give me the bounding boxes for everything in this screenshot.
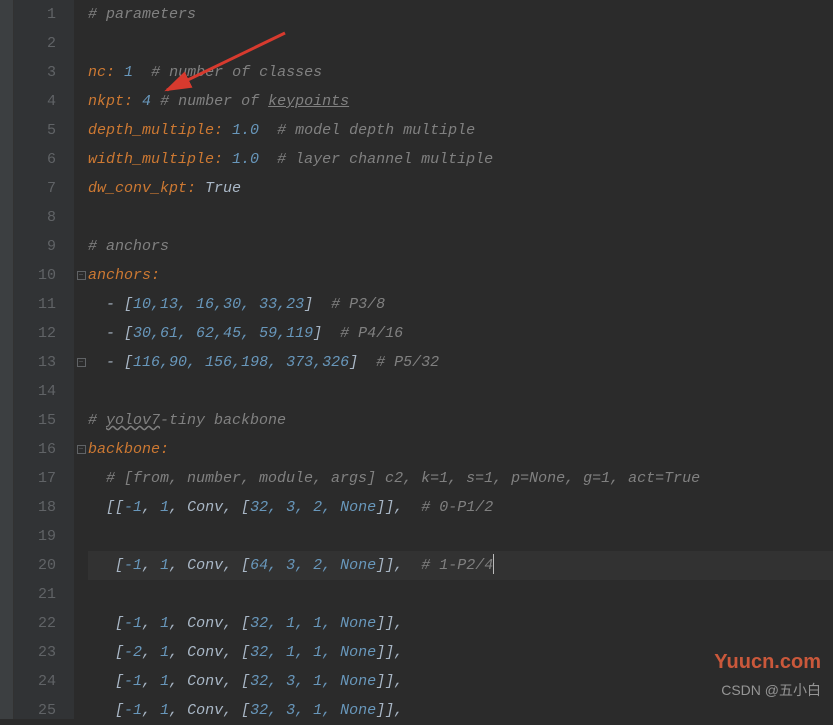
comment-text: # number of keypoints — [160, 93, 349, 110]
anchor-values: 116,90, 156,198, 373,326 — [133, 354, 349, 371]
code-line[interactable]: −anchors: — [88, 261, 833, 290]
yaml-value: 1.0 — [232, 151, 259, 168]
comment-text: # parameters — [88, 6, 196, 23]
line-number[interactable]: 17 — [14, 464, 56, 493]
anchor-values: 30,61, 62,45, 59,119 — [133, 325, 313, 342]
code-line[interactable] — [88, 522, 833, 551]
code-line[interactable]: nkpt: 4 # number of keypoints — [88, 87, 833, 116]
line-number[interactable]: 24 — [14, 667, 56, 696]
line-number[interactable]: 6 — [14, 145, 56, 174]
line-number[interactable]: 16 — [14, 435, 56, 464]
line-number[interactable]: 25 — [14, 696, 56, 725]
minus-icon: − — [77, 271, 86, 280]
code-line[interactable] — [88, 580, 833, 609]
comment-text: # 1-P2/4 — [421, 557, 493, 574]
comment-text: # number of classes — [151, 64, 322, 81]
code-line[interactable] — [88, 203, 833, 232]
line-number[interactable]: 18 — [14, 493, 56, 522]
yaml-key: backbone — [88, 441, 160, 458]
yaml-value: 1.0 — [232, 122, 259, 139]
line-number[interactable]: 14 — [14, 377, 56, 406]
vertical-scrollbar[interactable] — [0, 0, 14, 719]
line-number[interactable]: 9 — [14, 232, 56, 261]
yaml-key: anchors — [88, 267, 151, 284]
line-number-gutter: 1 2 3 4 5 6 7 8 9 10 11 12 13 14 15 16 1… — [14, 0, 74, 719]
minus-icon: − — [77, 358, 86, 367]
code-line[interactable] — [88, 377, 833, 406]
anchor-values: 10,13, 16,30, 33,23 — [133, 296, 304, 313]
line-number[interactable]: 13 — [14, 348, 56, 377]
code-line[interactable]: - [30,61, 62,45, 59,119] # P4/16 — [88, 319, 833, 348]
line-number[interactable]: 20 — [14, 551, 56, 580]
yaml-value: 1 — [124, 64, 133, 81]
code-text-area[interactable]: # parameters nc: 1 # number of classes n… — [74, 0, 833, 719]
code-line[interactable]: # anchors — [88, 232, 833, 261]
line-number[interactable]: 19 — [14, 522, 56, 551]
comment-text: # [from, number, module, args] c2, k=1, … — [106, 470, 700, 487]
line-number[interactable]: 8 — [14, 203, 56, 232]
minus-icon: − — [77, 445, 86, 454]
code-line[interactable]: [[-1, 1, Conv, [32, 3, 2, None]], # 0-P1… — [88, 493, 833, 522]
comment-text: # P3/8 — [331, 296, 385, 313]
code-line[interactable]: − - [116,90, 156,198, 373,326] # P5/32 — [88, 348, 833, 377]
fold-toggle[interactable]: − — [74, 348, 88, 377]
yaml-key: dw_conv_kpt — [88, 180, 187, 197]
code-line[interactable]: # [from, number, module, args] c2, k=1, … — [88, 464, 833, 493]
comment-text: # yolov7-tiny backbone — [88, 412, 286, 429]
yaml-value: True — [205, 180, 241, 197]
line-number[interactable]: 1 — [14, 0, 56, 29]
watermark-text: CSDN @五小白 — [721, 676, 821, 705]
line-number[interactable]: 12 — [14, 319, 56, 348]
line-number[interactable]: 3 — [14, 58, 56, 87]
line-number[interactable]: 15 — [14, 406, 56, 435]
line-number[interactable]: 5 — [14, 116, 56, 145]
comment-text: # 0-P1/2 — [421, 499, 493, 516]
code-line[interactable]: # yolov7-tiny backbone — [88, 406, 833, 435]
line-number[interactable]: 23 — [14, 638, 56, 667]
yaml-value: 4 — [142, 93, 151, 110]
line-number[interactable]: 21 — [14, 580, 56, 609]
line-number[interactable]: 10 — [14, 261, 56, 290]
code-line[interactable]: depth_multiple: 1.0 # model depth multip… — [88, 116, 833, 145]
comment-text: # anchors — [88, 238, 169, 255]
fold-toggle[interactable]: − — [74, 435, 88, 464]
code-line[interactable]: [-1, 1, Conv, [32, 1, 1, None]], — [88, 609, 833, 638]
comment-text: # P4/16 — [340, 325, 403, 342]
comment-text: # model depth multiple — [277, 122, 475, 139]
code-line[interactable]: −backbone: — [88, 435, 833, 464]
comment-text: # P5/32 — [376, 354, 439, 371]
watermark-text: Yuucn.com — [714, 648, 821, 677]
line-number[interactable]: 22 — [14, 609, 56, 638]
code-line[interactable]: nc: 1 # number of classes — [88, 58, 833, 87]
code-line[interactable]: width_multiple: 1.0 # layer channel mult… — [88, 145, 833, 174]
comment-text: # layer channel multiple — [277, 151, 493, 168]
text-cursor — [493, 554, 494, 574]
code-line[interactable] — [88, 29, 833, 58]
yaml-key: nc — [88, 64, 106, 81]
code-editor: 1 2 3 4 5 6 7 8 9 10 11 12 13 14 15 16 1… — [0, 0, 833, 719]
line-number[interactable]: 4 — [14, 87, 56, 116]
line-number[interactable]: 11 — [14, 290, 56, 319]
line-number[interactable]: 7 — [14, 174, 56, 203]
code-line-active[interactable]: [-1, 1, Conv, [64, 3, 2, None]], # 1-P2/… — [88, 551, 833, 580]
code-line[interactable]: - [10,13, 16,30, 33,23] # P3/8 — [88, 290, 833, 319]
yaml-key: depth_multiple — [88, 122, 214, 139]
yaml-key: width_multiple — [88, 151, 214, 168]
code-line[interactable]: dw_conv_kpt: True — [88, 174, 833, 203]
yaml-key: nkpt — [88, 93, 124, 110]
line-number[interactable]: 2 — [14, 29, 56, 58]
fold-toggle[interactable]: − — [74, 261, 88, 290]
code-line[interactable]: # parameters — [88, 0, 833, 29]
